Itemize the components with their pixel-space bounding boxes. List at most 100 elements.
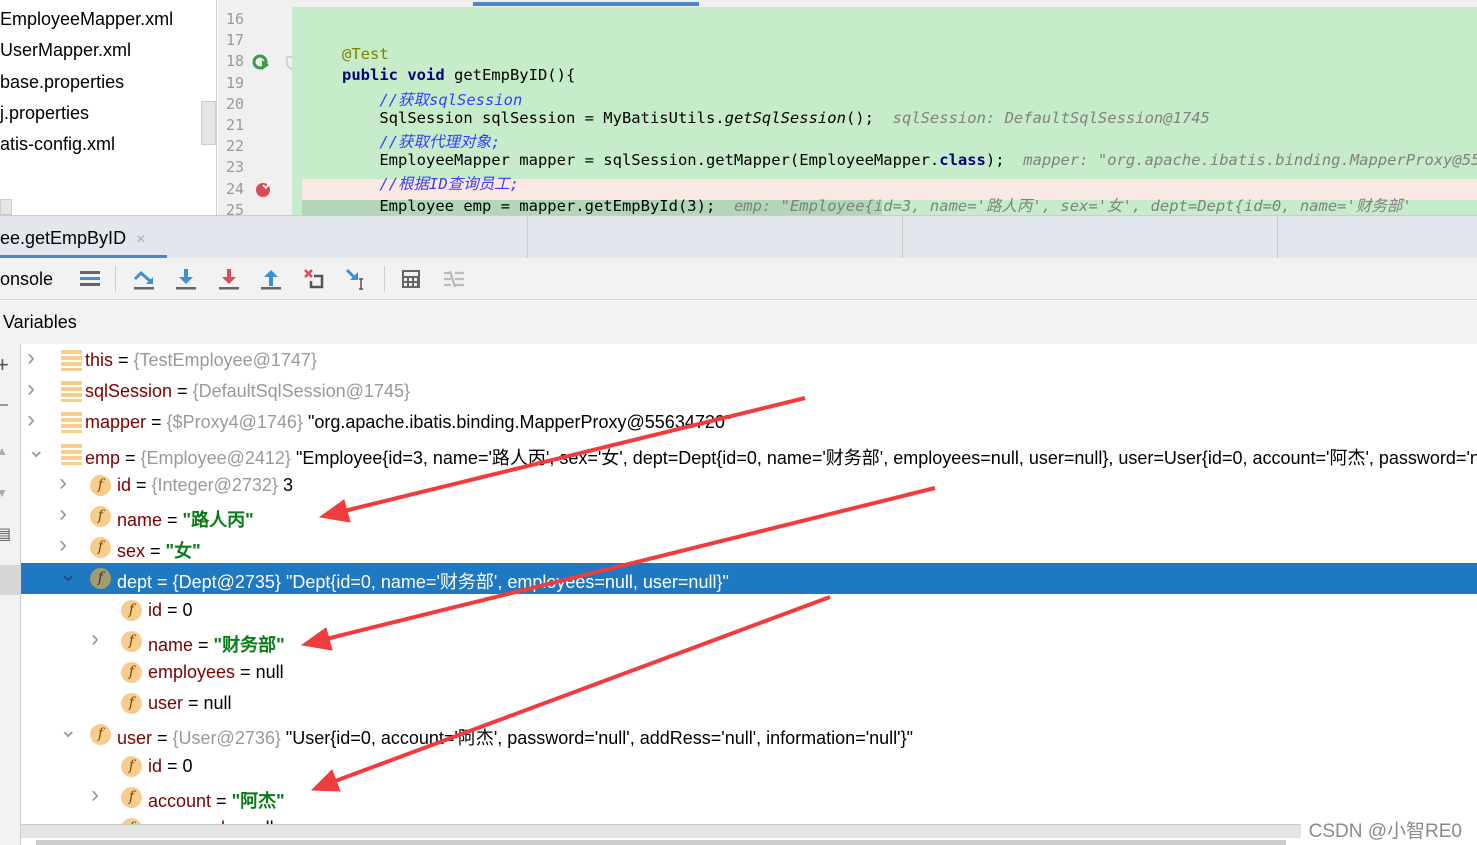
chevron-right-icon[interactable]: ›	[27, 375, 43, 403]
variable-row[interactable]: ⌄ f dept = {Dept@2735} "Dept{id=0, name='财…	[21, 561, 1477, 595]
divider	[384, 266, 385, 292]
variable-row[interactable]: › f name = "财务部"	[21, 625, 1477, 657]
chevron-right-icon[interactable]: ›	[59, 469, 75, 497]
close-icon[interactable]: ×	[136, 231, 145, 248]
equals: =	[152, 728, 173, 749]
move-down-icon[interactable]: ▼	[0, 486, 8, 500]
variable-name: name	[148, 634, 194, 655]
move-up-icon[interactable]: ▲	[0, 444, 8, 458]
editor-gutter: 16 17 18 19 20 21 22 23 24 25	[218, 0, 296, 219]
line-number: 22	[226, 137, 245, 156]
chevron-down-icon[interactable]: ⌄	[59, 717, 77, 743]
breakpoint-icon[interactable]	[255, 180, 273, 198]
horizontal-scrollbar[interactable]	[21, 824, 1301, 838]
evaluate-expression-icon[interactable]	[399, 267, 423, 291]
variable-name: id	[148, 599, 163, 620]
step-out-icon[interactable]	[259, 267, 283, 291]
line-number: 20	[226, 94, 245, 113]
variable-row[interactable]: f id = 0	[21, 751, 1477, 782]
variable-type: {TestEmployee@1747}	[133, 350, 317, 370]
chevron-right-icon[interactable]: ›	[27, 344, 43, 372]
equals: =	[211, 790, 232, 811]
run-test-icon[interactable]	[252, 54, 270, 72]
file-item[interactable]: j.properties	[0, 103, 89, 124]
code-token: getSqlSession	[724, 108, 846, 127]
equals: =	[193, 634, 214, 655]
variable-value: null	[255, 662, 284, 682]
equals: =	[146, 412, 167, 433]
code-token: getEmpByID(){	[453, 66, 576, 85]
file-item[interactable]: base.properties	[0, 72, 124, 93]
chevron-right-icon[interactable]: ›	[91, 625, 107, 653]
chevron-right-icon[interactable]: ›	[91, 781, 107, 809]
equals: =	[235, 662, 256, 682]
code-token: EmployeeMapper mapper = sqlSession.getMa…	[342, 151, 940, 170]
code-line: //获取sqlSession	[342, 88, 522, 110]
code-line: //获取代理对象;	[342, 130, 500, 152]
variable-row[interactable]: › f sex = "女"	[21, 531, 1477, 563]
code-editor[interactable]: @Test public void getEmpByID(){ //获取sqlSe…	[292, 7, 1477, 215]
variable-name: account	[148, 790, 212, 811]
line-number: 24	[226, 179, 245, 198]
variable-row[interactable]: ⌄ emp = {Employee@2412} "Employee{id=3, n…	[21, 437, 1477, 470]
trace-icon[interactable]	[442, 267, 466, 291]
equals: =	[113, 350, 134, 370]
variable-name: sex	[117, 541, 146, 562]
divider	[115, 266, 116, 292]
field-icon: f	[121, 693, 142, 715]
file-tree-hscrollbar[interactable]	[0, 199, 12, 215]
line-number: 23	[226, 158, 245, 177]
active-editor-tab-indicator[interactable]	[473, 2, 699, 6]
add-watch-icon[interactable]: +	[0, 352, 9, 378]
variable-row[interactable]: f user = null	[21, 688, 1477, 719]
code-line: @Test	[342, 45, 389, 63]
code-line: //根据ID查询员工;	[342, 172, 519, 194]
step-over-icon[interactable]	[132, 267, 156, 291]
chevron-right-icon[interactable]: ›	[27, 406, 43, 434]
code-line: EmployeeMapper mapper = sqlSession.getMa…	[342, 151, 1477, 169]
file-tree-scrollbar[interactable]	[201, 101, 216, 145]
variable-value: 0	[182, 599, 193, 620]
code-token: public void	[342, 66, 454, 85]
tab-console[interactable]: onsole	[0, 269, 53, 290]
drop-frame-icon[interactable]	[302, 267, 326, 291]
run-to-cursor-icon[interactable]	[344, 267, 368, 291]
variable-row[interactable]: › f id = {Integer@2732} 3	[21, 469, 1477, 501]
variable-row[interactable]: f id = 0	[21, 595, 1477, 626]
file-item[interactable]: UserMapper.xml	[0, 40, 131, 61]
variable-row[interactable]: › mapper = {$Proxy4@1746} "org.apache.iba…	[21, 406, 1477, 438]
code-token: class	[939, 151, 986, 170]
variable-type: {Dept@2735}	[172, 572, 281, 593]
horizontal-scrollbar-thumb[interactable]	[36, 840, 1286, 845]
variable-value: null	[203, 693, 232, 714]
variable-name: id	[148, 755, 163, 776]
chevron-down-icon[interactable]: ⌄	[27, 437, 45, 463]
chevron-right-icon[interactable]: ›	[59, 500, 75, 528]
chevron-down-icon[interactable]: ⌄	[59, 561, 77, 587]
variable-row[interactable]: › sqlSession = {DefaultSqlSession@1745}	[21, 375, 1477, 407]
step-into-icon[interactable]	[174, 267, 198, 291]
field-icon: f	[90, 506, 111, 527]
file-item[interactable]: EmployeeMapper.xml	[0, 9, 173, 30]
divider	[527, 216, 528, 259]
code-line: SqlSession sqlSession = MyBatisUtils.get…	[342, 109, 1210, 127]
watches-toggle-icon[interactable]	[0, 565, 21, 595]
chevron-right-icon[interactable]: ›	[59, 531, 75, 559]
force-step-into-icon[interactable]	[217, 267, 241, 291]
variable-row[interactable]: fpassword = null	[21, 813, 1477, 824]
field-icon: f	[121, 599, 142, 621]
variable-row[interactable]: f employees = null	[21, 657, 1477, 688]
equals: =	[152, 572, 173, 593]
variable-row[interactable]: ⌄ f user = {User@2736} "User{id=0, account…	[21, 717, 1477, 750]
field-icon: f	[90, 474, 111, 496]
copy-icon[interactable]: ▤	[0, 524, 11, 544]
remove-watch-icon[interactable]	[0, 404, 8, 406]
code-line: Employee emp = mapper.getEmpById(3); emp…	[342, 194, 1411, 215]
file-item[interactable]: atis-config.xml	[0, 134, 115, 155]
variable-row[interactable]: › this = {TestEmployee@1747}	[21, 344, 1477, 376]
line-number: 17	[226, 31, 245, 50]
layout-icon[interactable]	[78, 267, 102, 291]
variable-row[interactable]: › f account = "阿杰"	[21, 781, 1477, 813]
variable-row[interactable]: › f name = "路人丙"	[21, 500, 1477, 532]
tab-debug-session[interactable]: ee.getEmpByID ×	[0, 216, 167, 259]
